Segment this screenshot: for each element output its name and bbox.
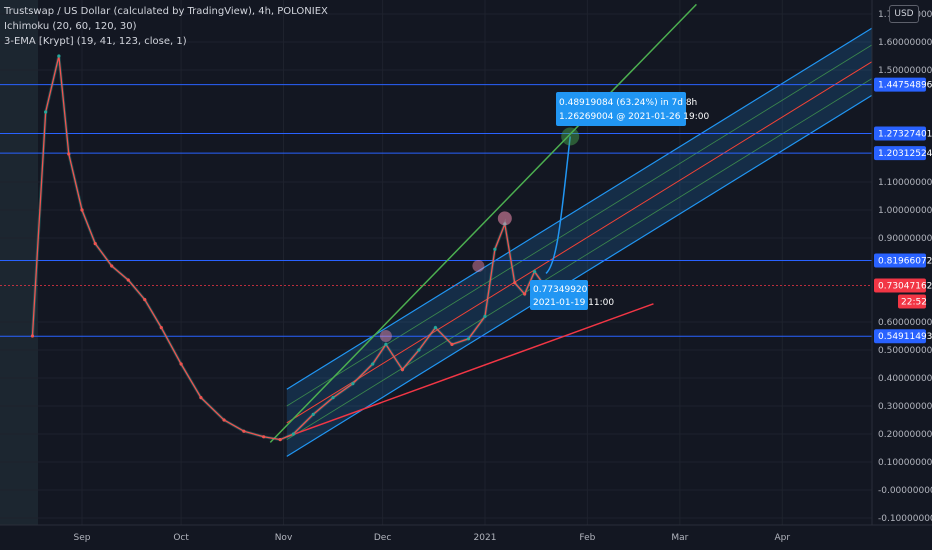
level-tag-label: 0.81966072 (878, 256, 932, 266)
time-tick-label: 2021 (474, 533, 497, 543)
time-tick-label: Dec (374, 533, 391, 543)
price-point (93, 242, 97, 246)
price-point (179, 362, 183, 366)
price-point (242, 429, 246, 433)
price-point (513, 281, 517, 285)
chart-legend: Trustswap / US Dollar (calculated by Tra… (4, 4, 328, 49)
time-tick-label: Sep (74, 533, 91, 543)
price-point (143, 298, 147, 302)
price-tick-label: 1.00000000 (878, 206, 932, 216)
price-point (483, 314, 487, 318)
projection-callout-label: 0.48919084 (63.24%) in 7d 8h (559, 98, 697, 108)
price-point (371, 362, 375, 366)
price-point (493, 247, 497, 251)
history-shade (0, 0, 38, 525)
price-point (67, 152, 71, 156)
price-point (44, 110, 48, 114)
price-tick-label: 1.10000000 (878, 178, 932, 188)
currency-button[interactable]: USD (889, 5, 919, 23)
price-point (80, 208, 84, 212)
price-point (126, 278, 130, 282)
current-price-tag-label: 0.73047162 (878, 281, 932, 291)
projection-target-marker (561, 127, 580, 146)
price-tick-label: -0.00000000 (878, 486, 932, 496)
high-marker (497, 211, 512, 226)
level-tag-label: 1.44754896 (878, 81, 932, 91)
price-point (351, 382, 355, 386)
price-point (222, 418, 226, 422)
price-tick-label: 0.40000000 (878, 374, 932, 384)
price-point (159, 326, 163, 330)
price-point (400, 368, 405, 372)
legend-ema[interactable]: 3-EMA [Krypt] (19, 41, 123, close, 1) (4, 34, 328, 49)
projection-callout-sublabel: 1.26269004 @ 2021-01-26 19:00 (559, 112, 709, 122)
time-tick-label: Oct (173, 533, 189, 543)
countdown-tag-label: 22:52 (901, 297, 927, 307)
origin-callout-value: 0.77349920 (533, 285, 588, 295)
price-point (199, 396, 203, 400)
price-point (57, 54, 61, 58)
legend-symbol[interactable]: Trustswap / US Dollar (calculated by Tra… (4, 4, 328, 19)
legend-ichimoku[interactable]: Ichimoku (20, 60, 120, 30) (4, 19, 328, 34)
touch-marker (472, 260, 485, 272)
origin-callout-time: 2021-01-19 11:00 (533, 298, 614, 308)
price-point (433, 326, 438, 330)
price-point (291, 432, 296, 436)
price-tick-label: 0.90000000 (878, 234, 932, 244)
price-point (311, 412, 315, 416)
time-tick-label: Mar (671, 533, 688, 543)
price-tick-label: 0.60000000 (878, 318, 932, 328)
price-point (466, 337, 471, 341)
time-tick-label: Apr (775, 533, 791, 543)
level-tag-label: 1.27327401 (878, 129, 932, 139)
price-point (384, 342, 388, 346)
price-tick-label: 0.20000000 (878, 430, 932, 440)
price-chart[interactable]: 0.48919084 (63.24%) in 7d 8h 1.26269004 @… (0, 0, 932, 550)
price-tick-label: 1.60000000 (878, 38, 932, 48)
price-point (278, 438, 282, 442)
price-point (30, 334, 35, 338)
price-tick-label: 0.50000000 (878, 346, 932, 356)
time-tick-label: Nov (275, 533, 293, 543)
price-point (331, 396, 335, 400)
price-point (450, 342, 454, 346)
level-tag-label: 1.20312524 (878, 149, 932, 159)
price-point (532, 270, 537, 274)
time-tick-label: Feb (579, 533, 595, 543)
price-point (523, 292, 527, 296)
price-point (417, 348, 421, 352)
price-point (262, 435, 266, 439)
price-tick-label: 1.50000000 (878, 66, 932, 76)
price-tick-label: 0.30000000 (878, 402, 932, 412)
price-point (110, 264, 114, 268)
price-tick-label: 0.10000000 (878, 458, 932, 468)
level-tag-label: 0.54911493 (878, 332, 932, 342)
touch-marker (379, 330, 392, 342)
price-tick-label: -0.10000000 (878, 514, 932, 524)
